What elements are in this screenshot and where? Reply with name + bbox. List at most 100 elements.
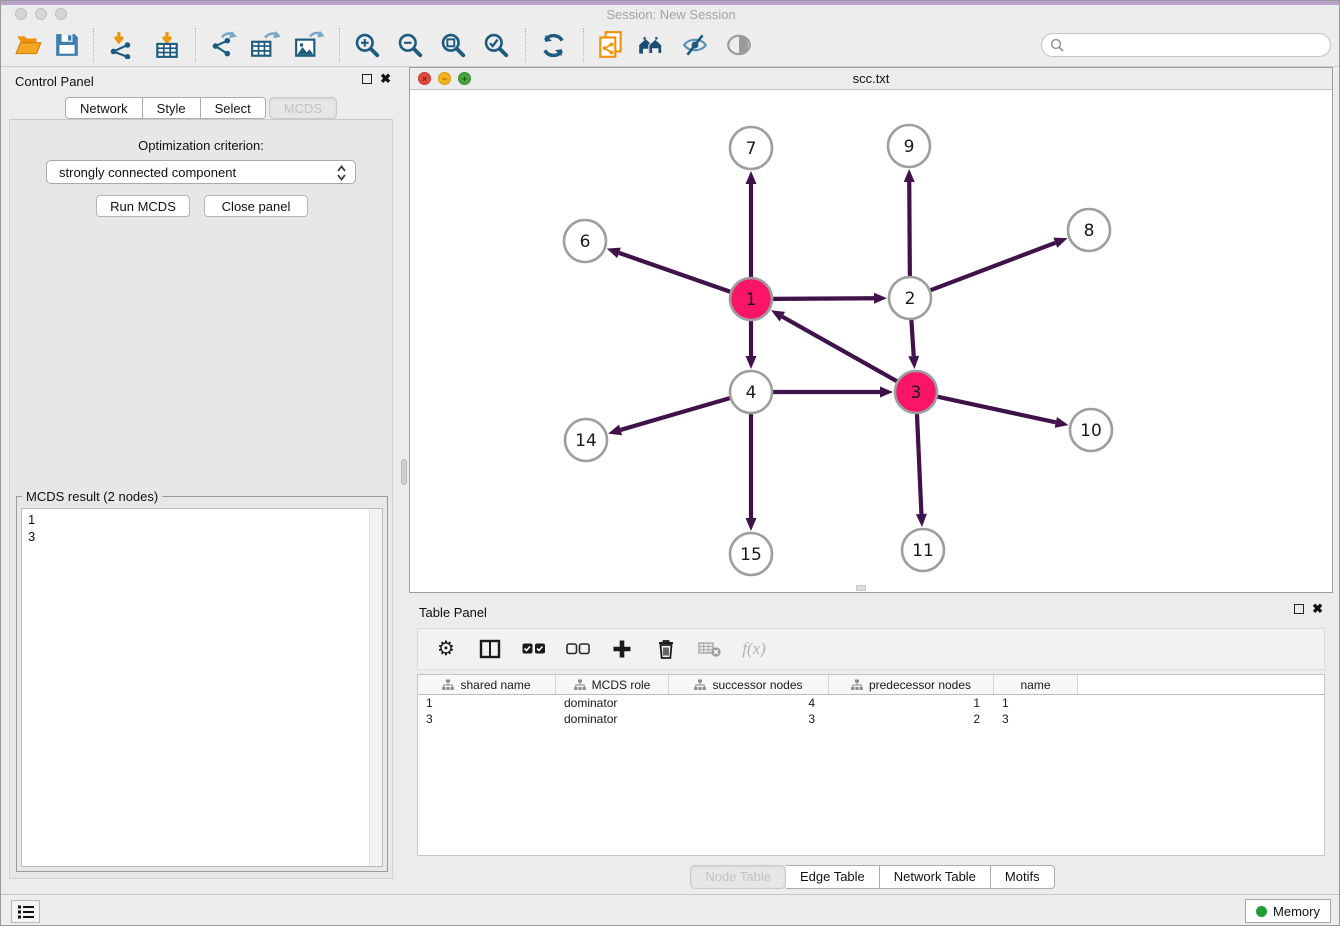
network-view-title: scc.txt: [410, 71, 1332, 86]
edge-arrowhead: [904, 169, 915, 182]
copy-network-button[interactable]: [595, 30, 627, 60]
graph-node-label: 9: [904, 137, 915, 157]
hide-selected-button[interactable]: [679, 30, 711, 60]
import-network-button[interactable]: [105, 30, 137, 60]
fx-icon: f(x): [742, 639, 766, 659]
edge-1-2[interactable]: [773, 298, 874, 299]
column-header-shared-name[interactable]: shared name: [418, 675, 556, 694]
column-header-predecessor-nodes[interactable]: predecessor nodes: [829, 675, 994, 694]
mcds-result-box: 1 3: [21, 508, 383, 867]
result-scrollbar[interactable]: [369, 509, 382, 866]
edge-1-6[interactable]: [619, 253, 730, 292]
tab-network-table[interactable]: Network Table: [880, 865, 991, 889]
main-toolbar: [1, 23, 1340, 67]
tab-motifs[interactable]: Motifs: [991, 865, 1055, 889]
memory-button[interactable]: Memory: [1245, 899, 1331, 923]
table-row[interactable]: 3dominator323: [418, 711, 1324, 727]
tab-node-table[interactable]: Node Table: [690, 865, 786, 889]
cell-predecessor-nodes[interactable]: 1: [829, 695, 994, 711]
float-table-panel-icon[interactable]: [1294, 604, 1304, 614]
tab-network[interactable]: Network: [65, 97, 143, 119]
create-column-button[interactable]: [610, 637, 634, 661]
edge-arrowhead: [608, 425, 622, 436]
cell-shared-name[interactable]: 3: [418, 711, 556, 727]
close-panel-icon[interactable]: ✖: [380, 74, 391, 84]
edge-3-1[interactable]: [782, 317, 896, 382]
cell-name[interactable]: 3: [994, 711, 1078, 727]
cell-shared-name[interactable]: 1: [418, 695, 556, 711]
cell-mcds-role[interactable]: dominator: [556, 695, 669, 711]
export-table-button[interactable]: [249, 30, 281, 60]
panel-splitter-handle[interactable]: [401, 459, 407, 485]
tab-style[interactable]: Style: [143, 97, 201, 119]
save-session-icon: [54, 32, 80, 58]
zoom-fit-button[interactable]: [437, 30, 469, 60]
cell-successor-nodes[interactable]: 4: [669, 695, 829, 711]
control-panel-tabs: NetworkStyleSelectMCDS: [1, 97, 401, 119]
show-all-button[interactable]: [723, 30, 755, 60]
application-window: Session: New Session: [0, 0, 1340, 926]
toolbar-separator: [339, 28, 340, 62]
refresh-button[interactable]: [537, 30, 569, 60]
checked-boxes-icon: [522, 643, 546, 655]
edge-2-9[interactable]: [909, 182, 910, 276]
run-mcds-button[interactable]: Run MCDS: [96, 195, 190, 217]
column-header-name[interactable]: name: [994, 675, 1078, 694]
first-neighbors-button[interactable]: [635, 30, 667, 60]
zoom-selected-button[interactable]: [480, 30, 512, 60]
delete-column-button[interactable]: [654, 637, 678, 661]
export-image-button[interactable]: [293, 30, 325, 60]
delete-table-button-disabled: [698, 637, 722, 661]
mcds-result-values: 1 3: [28, 511, 35, 545]
cell-name[interactable]: 1: [994, 695, 1078, 711]
save-session-button[interactable]: [51, 30, 83, 60]
control-panel-title: Control Panel: [15, 74, 94, 89]
close-table-panel-icon[interactable]: ✖: [1312, 604, 1323, 614]
edge-2-8[interactable]: [931, 243, 1056, 290]
network-graph-canvas[interactable]: 7968124314101511: [411, 90, 1331, 592]
column-header-mcds-role[interactable]: MCDS role: [556, 675, 669, 694]
zoom-in-button[interactable]: [351, 30, 383, 60]
graph-node-label: 3: [911, 383, 922, 403]
table-tabs: Node TableEdge TableNetwork TableMotifs: [409, 865, 1333, 889]
graph-node-label: 10: [1080, 421, 1102, 441]
global-search[interactable]: [1041, 33, 1331, 57]
table-settings-button[interactable]: ⚙: [434, 637, 458, 661]
edge-4-14[interactable]: [621, 398, 730, 430]
task-history-button[interactable]: [11, 900, 40, 923]
tab-mcds[interactable]: MCDS: [269, 97, 337, 119]
select-all-columns-button[interactable]: [522, 637, 546, 661]
unselect-all-columns-button[interactable]: [566, 637, 590, 661]
edge-3-10[interactable]: [937, 397, 1055, 423]
criterion-select[interactable]: strongly connected component: [46, 160, 356, 184]
column-header-successor-nodes[interactable]: successor nodes: [669, 675, 829, 694]
edge-3-11[interactable]: [917, 414, 921, 514]
float-panel-icon[interactable]: [362, 74, 372, 84]
import-table-button[interactable]: [151, 30, 183, 60]
cell-predecessor-nodes[interactable]: 2: [829, 711, 994, 727]
zoom-out-button[interactable]: [394, 30, 426, 60]
export-table-icon: [250, 31, 280, 59]
table-row[interactable]: 1dominator411: [418, 695, 1324, 711]
tab-edge-table[interactable]: Edge Table: [786, 865, 880, 889]
cell-successor-nodes[interactable]: 3: [669, 711, 829, 727]
global-search-input[interactable]: [1070, 38, 1322, 52]
tab-select[interactable]: Select: [201, 97, 266, 119]
edge-arrowhead: [916, 514, 927, 527]
cell-mcds-role[interactable]: dominator: [556, 711, 669, 727]
status-bar: Memory: [1, 894, 1340, 926]
show-column-panel-button[interactable]: [478, 637, 502, 661]
edge-2-3[interactable]: [911, 320, 913, 356]
close-panel-button[interactable]: Close panel: [204, 195, 308, 217]
canvas-hscroll-thumb[interactable]: [856, 585, 866, 591]
network-window-titlebar[interactable]: × − + scc.txt: [410, 68, 1332, 90]
refresh-icon: [540, 32, 567, 59]
column-label: successor nodes: [712, 678, 802, 692]
mcds-result-title: MCDS result (2 nodes): [22, 489, 162, 504]
node-table[interactable]: shared nameMCDS role successor nodes prede…: [417, 674, 1325, 856]
hide-selected-icon: [681, 32, 709, 58]
export-network-button[interactable]: [207, 30, 239, 60]
open-session-button[interactable]: [13, 30, 45, 60]
edge-arrowhead: [1053, 238, 1067, 248]
memory-label: Memory: [1273, 904, 1320, 919]
